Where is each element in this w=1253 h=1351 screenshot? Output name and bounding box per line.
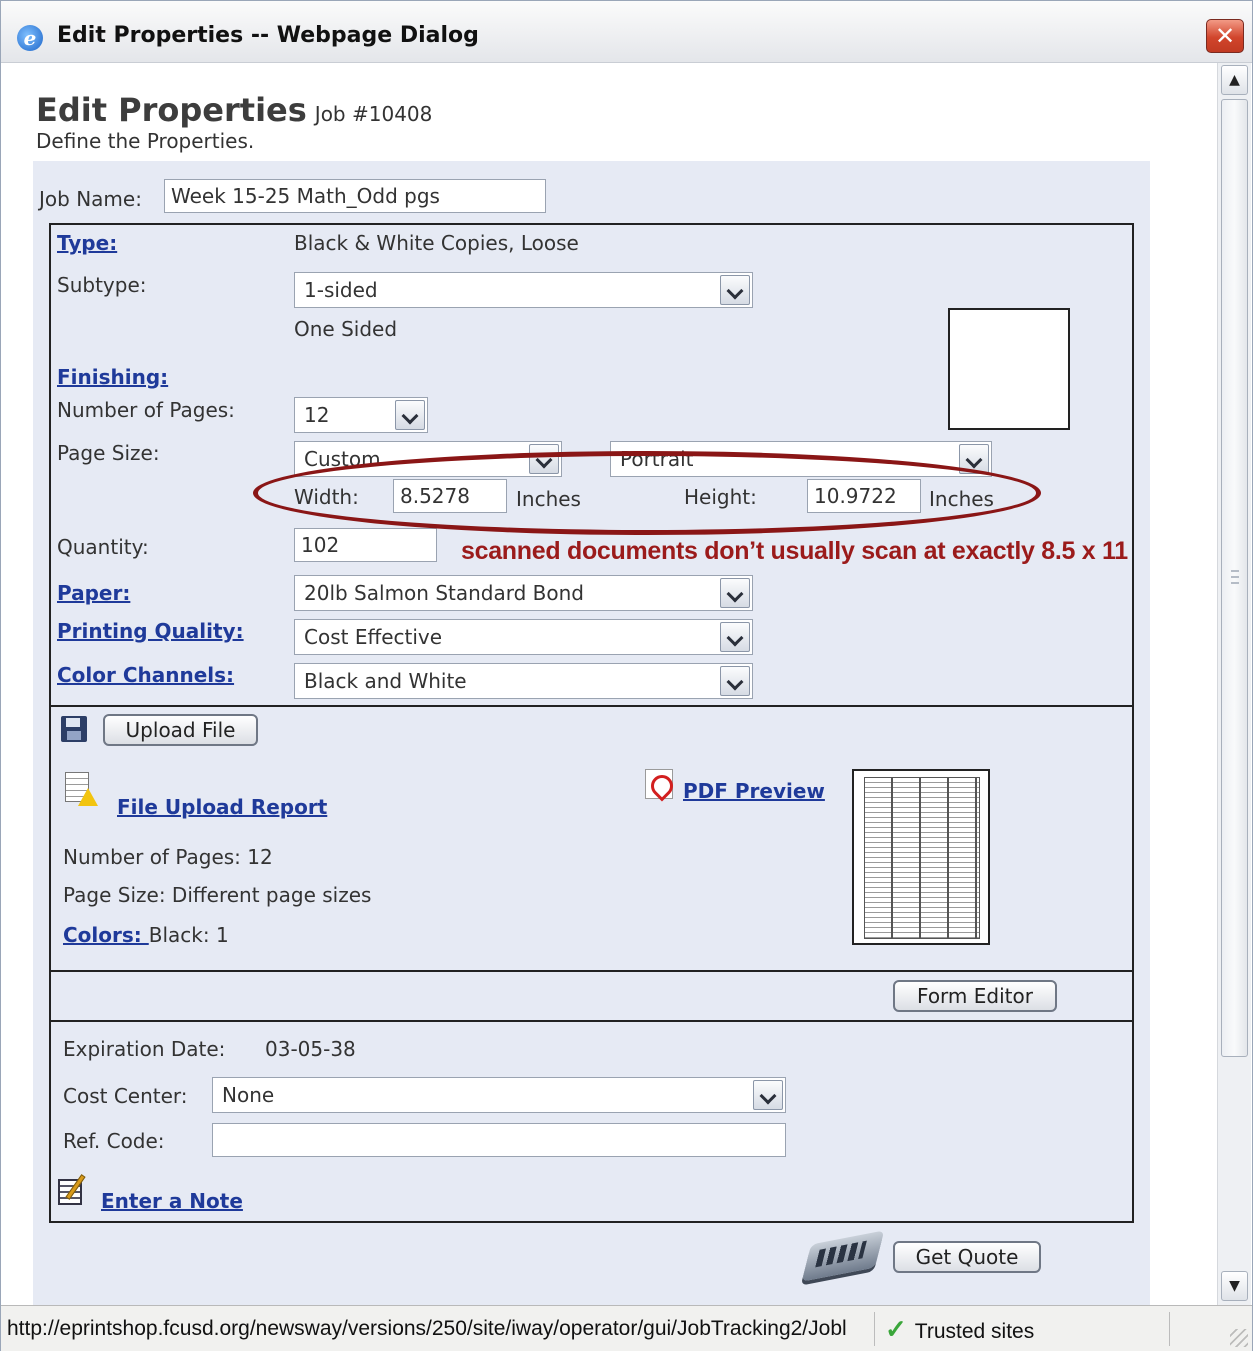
color-channels-link[interactable]: Color Channels: [57, 663, 234, 687]
chevron-down-icon[interactable] [720, 578, 750, 608]
window-title: Edit Properties -- Webpage Dialog [57, 23, 479, 48]
pages-label: Number of Pages: [57, 398, 235, 422]
scroll-up-button[interactable]: ▲ [1221, 65, 1248, 95]
properties-panel: Job Name: Week 15-25 Math_Odd pgs Type: … [33, 161, 1150, 1305]
form-editor-button[interactable]: Form Editor [893, 980, 1057, 1012]
chevron-down-icon[interactable] [720, 666, 750, 696]
calculator-icon [801, 1230, 885, 1283]
close-icon: ✕ [1214, 22, 1236, 50]
type-value: Black & White Copies, Loose [294, 231, 579, 255]
get-quote-button[interactable]: Get Quote [893, 1241, 1041, 1273]
status-url: http://eprintshop.fcusd.org/newsway/vers… [7, 1312, 875, 1346]
ref-code-input[interactable] [212, 1123, 786, 1157]
security-zone-text: Trusted sites [914, 1320, 1035, 1343]
chevron-down-icon: ▼ [1229, 1278, 1240, 1294]
colors-value: Black: 1 [148, 923, 229, 947]
subtype-description: One Sided [294, 317, 398, 341]
upload-page-size-text: Page Size: Different page sizes [63, 883, 372, 907]
job-number: Job #10408 [314, 102, 433, 126]
dialog-window: e Edit Properties -- Webpage Dialog ✕ Ed… [0, 0, 1253, 1351]
pdf-preview-thumbnail[interactable] [852, 769, 990, 945]
divider-upload [49, 705, 1134, 707]
preview-swatch [948, 308, 1070, 430]
job-name-input[interactable]: Week 15-25 Math_Odd pgs [164, 179, 546, 213]
resize-grip[interactable] [1230, 1329, 1248, 1347]
chevron-down-icon[interactable] [720, 622, 750, 652]
checkmark-icon: ✓ [885, 1314, 907, 1344]
close-button[interactable]: ✕ [1206, 19, 1244, 53]
internet-explorer-icon: e [17, 25, 43, 51]
subtype-select[interactable]: 1-sided [294, 272, 753, 308]
page-size-label: Page Size: [57, 441, 160, 465]
annotation-ellipse [253, 451, 1041, 535]
note-icon [58, 1174, 88, 1207]
status-bar: http://eprintshop.fcusd.org/newsway/vers… [1, 1305, 1252, 1351]
pdf-preview-link[interactable]: PDF Preview [683, 779, 825, 803]
subtype-label: Subtype: [57, 273, 147, 297]
chevron-down-icon[interactable] [753, 1080, 783, 1110]
expiration-value: 03-05-38 [265, 1037, 356, 1061]
divider-form-editor [49, 970, 1134, 972]
printing-quality-link[interactable]: Printing Quality: [57, 619, 244, 643]
enter-note-link[interactable]: Enter a Note [101, 1189, 243, 1213]
cost-center-select[interactable]: None [212, 1077, 786, 1113]
job-name-label: Job Name: [39, 187, 142, 211]
scrollbar-thumb[interactable] [1221, 99, 1248, 1057]
pdf-icon [645, 769, 673, 799]
chevron-down-icon[interactable] [720, 275, 750, 305]
cost-center-label: Cost Center: [63, 1084, 188, 1108]
ref-code-label: Ref. Code: [63, 1129, 165, 1153]
divider-expiration [49, 1020, 1134, 1022]
title-bar: e Edit Properties -- Webpage Dialog ✕ [1, 1, 1252, 63]
page-title-text: Edit Properties [36, 91, 307, 129]
chevron-down-icon[interactable] [395, 400, 425, 430]
report-warning-icon [65, 772, 98, 808]
quantity-label: Quantity: [57, 535, 149, 559]
subtype-select-value: 1-sided [304, 278, 378, 302]
chevron-up-icon: ▲ [1229, 72, 1240, 88]
color-channels-select-value: Black and White [304, 669, 467, 693]
pages-select[interactable]: 12 [294, 397, 428, 433]
color-channels-select[interactable]: Black and White [294, 663, 753, 699]
annotation-text: scanned documents don’t usually scan at … [461, 537, 1128, 565]
expiration-label: Expiration Date: [63, 1037, 226, 1061]
printing-quality-select[interactable]: Cost Effective [294, 619, 753, 655]
pages-select-value: 12 [304, 403, 330, 427]
finishing-link[interactable]: Finishing: [57, 365, 168, 389]
upload-colors-row: Colors: Black: 1 [63, 923, 229, 947]
colors-link[interactable]: Colors: [63, 923, 149, 947]
paper-select-value: 20lb Salmon Standard Bond [304, 581, 584, 605]
upload-file-button[interactable]: Upload File [103, 714, 258, 746]
page-subtitle: Define the Properties. [36, 129, 255, 153]
page-title: Edit Properties Job #10408 [36, 91, 432, 129]
file-upload-report-link[interactable]: File Upload Report [117, 795, 327, 819]
upload-pages-text: Number of Pages: 12 [63, 845, 273, 869]
status-separator [1169, 1312, 1170, 1346]
type-link[interactable]: Type: [57, 231, 117, 255]
printing-quality-select-value: Cost Effective [304, 625, 443, 649]
dialog-content: Edit Properties Job #10408 Define the Pro… [11, 63, 1217, 1305]
vertical-scrollbar[interactable]: ▲ ▼ [1217, 63, 1251, 1305]
security-zone: ✓ Trusted sites [885, 1312, 1034, 1346]
scroll-down-button[interactable]: ▼ [1221, 1271, 1248, 1301]
quantity-input[interactable]: 102 [294, 528, 437, 562]
paper-select[interactable]: 20lb Salmon Standard Bond [294, 575, 753, 611]
floppy-disk-icon [61, 716, 87, 742]
paper-link[interactable]: Paper: [57, 581, 130, 605]
cost-center-select-value: None [222, 1083, 275, 1107]
